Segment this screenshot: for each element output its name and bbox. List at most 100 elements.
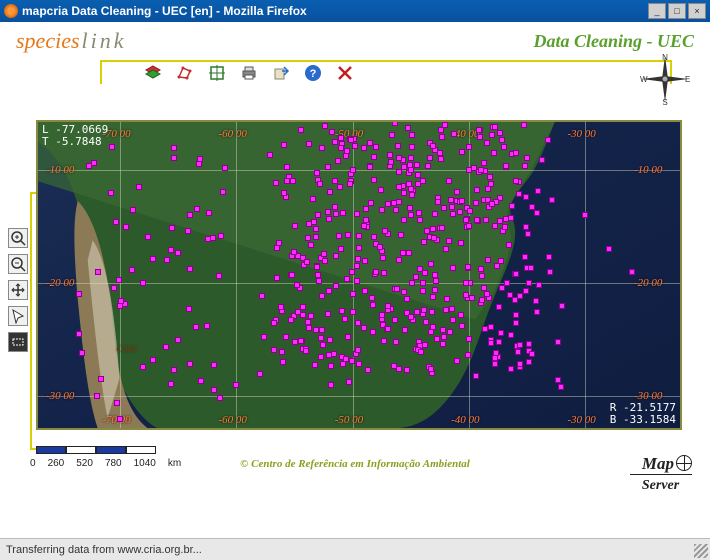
data-point (479, 273, 485, 279)
data-point (474, 217, 480, 223)
data-point (109, 144, 115, 150)
data-point (371, 177, 377, 183)
data-point (558, 384, 564, 390)
data-point (423, 319, 429, 325)
page-title: Data Cleaning - UEC (533, 31, 694, 52)
data-point (414, 162, 420, 168)
data-point (508, 366, 514, 372)
data-point (503, 163, 509, 169)
data-point (404, 367, 410, 373)
pan-button[interactable] (8, 280, 28, 300)
data-point (526, 359, 532, 365)
data-point (281, 190, 287, 196)
data-point (361, 223, 367, 229)
data-point (438, 156, 444, 162)
layers-icon[interactable] (144, 64, 162, 82)
data-point (416, 210, 422, 216)
data-point (408, 155, 414, 161)
select-button[interactable] (8, 332, 28, 352)
data-point (422, 270, 428, 276)
data-point (361, 325, 367, 331)
data-point (406, 250, 412, 256)
data-point (529, 204, 535, 210)
data-point (428, 261, 434, 267)
data-point (488, 324, 494, 330)
data-point (396, 366, 402, 372)
data-point (171, 367, 177, 373)
data-point (517, 342, 523, 348)
data-point (95, 269, 101, 275)
data-point (525, 231, 531, 237)
minimize-button[interactable]: _ (648, 3, 666, 19)
data-point (355, 256, 361, 262)
data-point (114, 400, 120, 406)
window-title: mapcria Data Cleaning - UEC [en] - Mozil… (22, 4, 648, 18)
data-point (489, 201, 495, 207)
data-point (294, 282, 300, 288)
data-point (308, 242, 314, 248)
data-point (559, 303, 565, 309)
data-point (498, 330, 504, 336)
data-point (94, 393, 100, 399)
data-point (356, 361, 362, 367)
data-point (440, 327, 446, 333)
data-point (473, 200, 479, 206)
data-point (339, 308, 345, 314)
data-point (463, 217, 469, 223)
data-point (388, 159, 394, 165)
data-point (467, 208, 473, 214)
data-point (288, 317, 294, 323)
data-point (368, 200, 374, 206)
data-point (441, 334, 447, 340)
lon-label: -30 00 (567, 414, 595, 426)
data-point (216, 273, 222, 279)
data-point (503, 216, 509, 222)
data-point (349, 269, 355, 275)
zoom-out-button[interactable] (8, 254, 28, 274)
data-point (481, 160, 487, 166)
data-point (409, 132, 415, 138)
data-point (292, 223, 298, 229)
side-tools (8, 228, 28, 352)
data-point (476, 127, 482, 133)
data-point (513, 320, 519, 326)
data-point (274, 275, 280, 281)
data-point (306, 141, 312, 147)
data-point (379, 207, 385, 213)
close-window-button[interactable]: × (688, 3, 706, 19)
data-point (354, 278, 360, 284)
lon-label: -60 00 (218, 128, 246, 140)
data-point (499, 285, 505, 291)
data-point (306, 325, 312, 331)
data-point (522, 254, 528, 260)
polygon-icon[interactable] (176, 64, 194, 82)
data-point (409, 280, 415, 286)
data-point (326, 216, 332, 222)
full-extent-icon[interactable] (208, 64, 226, 82)
data-point (535, 188, 541, 194)
identify-button[interactable] (8, 306, 28, 326)
data-point (319, 327, 325, 333)
data-point (315, 212, 321, 218)
data-point (186, 306, 192, 312)
data-point (429, 309, 435, 315)
close-icon[interactable] (336, 64, 354, 82)
data-point (513, 312, 519, 318)
data-point (279, 349, 285, 355)
data-point (443, 246, 449, 252)
data-point (526, 341, 532, 347)
help-icon[interactable]: ? (304, 64, 322, 82)
export-icon[interactable] (272, 64, 290, 82)
data-point (344, 276, 350, 282)
data-point (305, 319, 311, 325)
print-icon[interactable] (240, 64, 258, 82)
data-point (150, 357, 156, 363)
maximize-button[interactable]: □ (668, 3, 686, 19)
data-point (421, 239, 427, 245)
map-canvas[interactable]: -70 00-70 00-60 00-60 00-50 00-50 00-40 … (36, 120, 682, 430)
zoom-in-button[interactable] (8, 228, 28, 248)
data-point (457, 209, 463, 215)
data-point (373, 144, 379, 150)
data-point (526, 280, 532, 286)
resize-grip[interactable] (694, 544, 708, 558)
